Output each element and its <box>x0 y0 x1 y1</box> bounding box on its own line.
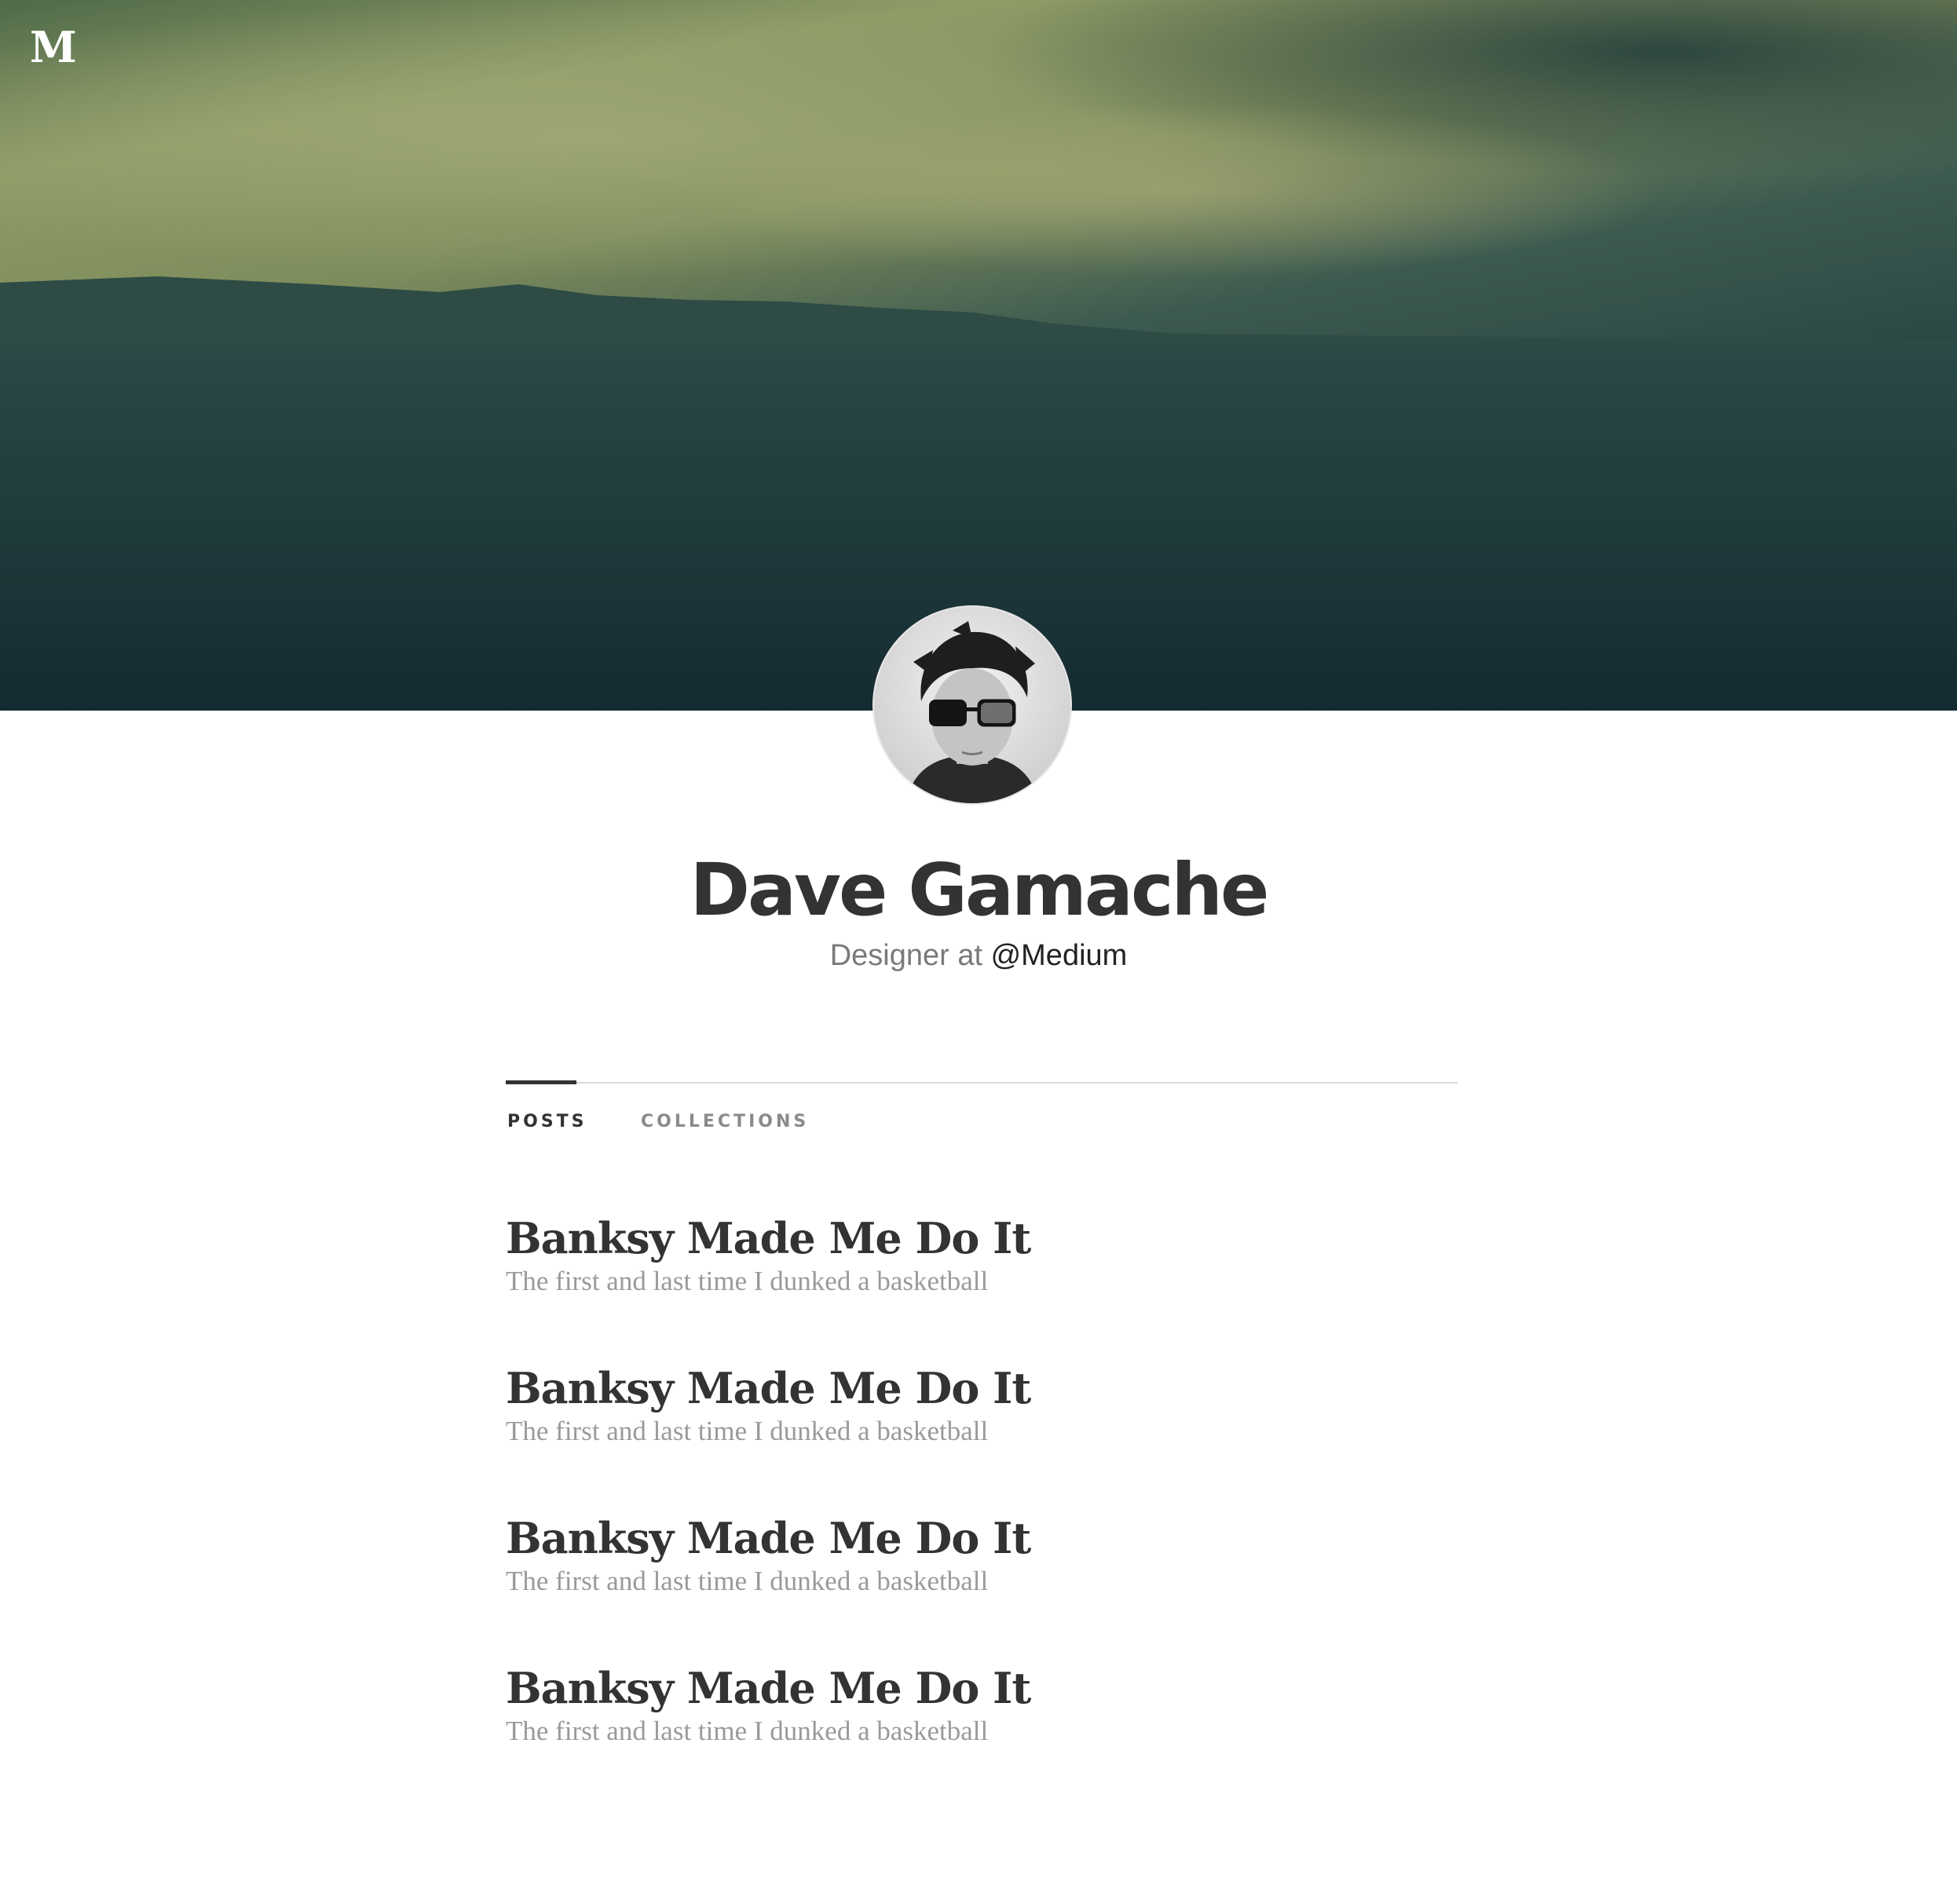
tab-collections[interactable]: COLLECTIONS <box>641 1112 809 1131</box>
post-title[interactable]: Banksy Made Me Do It <box>506 1501 1458 1575</box>
post-item[interactable]: Banksy Made Me Do It The first and last … <box>506 1501 1458 1651</box>
post-item[interactable]: Banksy Made Me Do It The first and last … <box>506 1651 1458 1801</box>
post-subtitle: The first and last time I dunked a baske… <box>506 1416 989 1446</box>
tab-posts[interactable]: POSTS <box>507 1112 587 1131</box>
post-item[interactable]: Banksy Made Me Do It The first and last … <box>506 1201 1458 1351</box>
cover-image: M <box>0 0 1957 711</box>
post-title[interactable]: Banksy Made Me Do It <box>506 1651 1458 1725</box>
post-item[interactable]: Banksy Made Me Do It The first and last … <box>506 1351 1458 1501</box>
active-tab-indicator <box>506 1080 576 1084</box>
post-subtitle: The first and last time I dunked a baske… <box>506 1716 989 1746</box>
avatar-photo <box>874 607 1070 803</box>
avatar[interactable] <box>874 607 1070 803</box>
profile-bio: Designer at @Medium <box>0 939 1957 973</box>
tab-divider <box>506 1082 1458 1084</box>
cover-photo-ocean-clouds <box>0 0 1957 711</box>
post-list: Banksy Made Me Do It The first and last … <box>506 1201 1458 1801</box>
post-subtitle: The first and last time I dunked a baske… <box>506 1266 989 1296</box>
bio-text: Designer at <box>829 939 991 972</box>
profile-name: Dave Gamache <box>690 848 1270 932</box>
post-title[interactable]: Banksy Made Me Do It <box>506 1201 1458 1275</box>
bio-handle-link[interactable]: @Medium <box>991 939 1128 972</box>
medium-logo[interactable]: M <box>30 22 77 72</box>
post-title[interactable]: Banksy Made Me Do It <box>506 1351 1458 1425</box>
post-subtitle: The first and last time I dunked a baske… <box>506 1566 989 1596</box>
